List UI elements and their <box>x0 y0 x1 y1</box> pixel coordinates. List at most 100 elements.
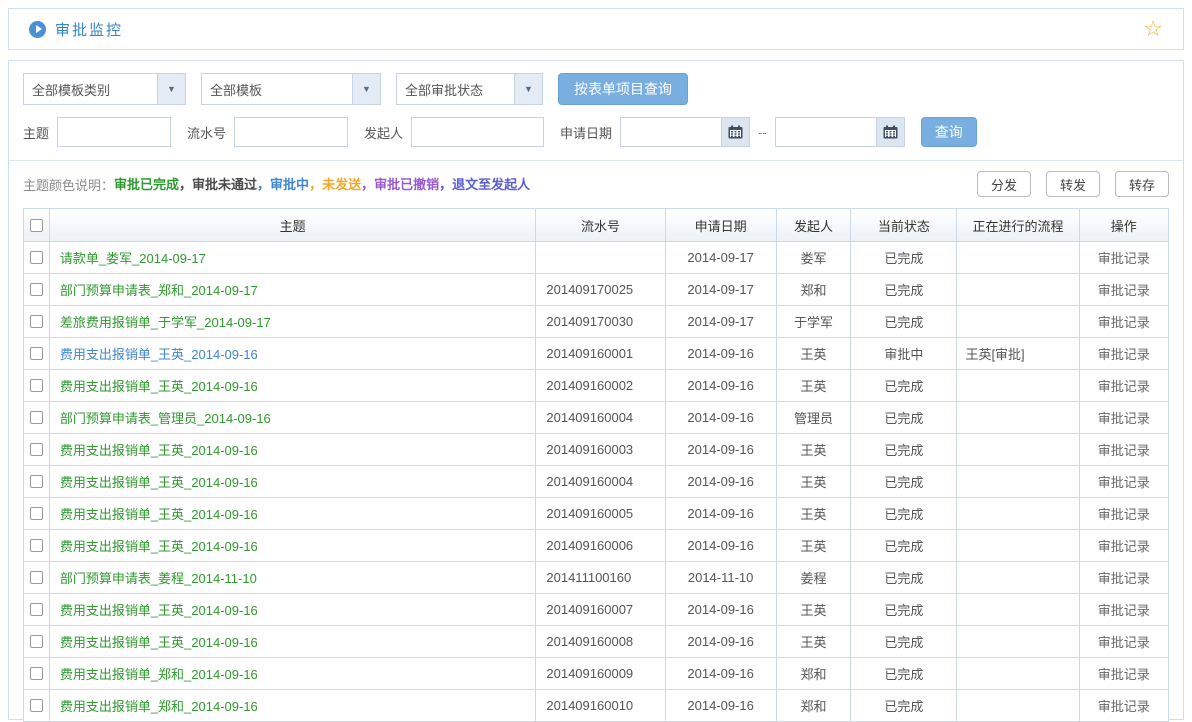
subject-link[interactable]: 差旅费用报销单_于学军_2014-09-17 <box>50 306 537 337</box>
approval-record-link[interactable]: 审批记录 <box>1098 408 1150 427</box>
row-checkbox[interactable] <box>30 635 43 648</box>
approval-record-link[interactable]: 审批记录 <box>1098 344 1150 363</box>
row-checkbox[interactable] <box>30 475 43 488</box>
chevron-down-icon[interactable]: ▼ <box>157 74 185 104</box>
status-cell: 已完成 <box>851 690 957 721</box>
approval-record-link[interactable]: 审批记录 <box>1098 568 1150 587</box>
subject-link[interactable]: 部门预算申请表_姜程_2014-11-10 <box>50 562 537 593</box>
initiator-cell: 郑和 <box>777 690 851 721</box>
calendar-icon[interactable] <box>721 118 749 146</box>
calendar-icon[interactable] <box>876 118 904 146</box>
chevron-down-icon[interactable]: ▼ <box>352 74 380 104</box>
approval-record-link[interactable]: 审批记录 <box>1098 440 1150 459</box>
subject-link[interactable]: 费用支出报销单_王英_2014-09-16 <box>50 434 537 465</box>
row-checkbox-cell <box>24 434 50 465</box>
row-checkbox[interactable] <box>30 411 43 424</box>
subject-link[interactable]: 费用支出报销单_王英_2014-09-16 <box>50 370 537 401</box>
table-header-row: 主题 流水号 申请日期 发起人 当前状态 正在进行的流程 操作 <box>24 209 1168 242</box>
date-from-input[interactable] <box>621 118 721 146</box>
col-header-date: 申请日期 <box>666 209 777 241</box>
approval-record-link[interactable]: 审批记录 <box>1098 536 1150 555</box>
date-cell: 2014-09-17 <box>666 274 777 305</box>
serial-cell: 201409160008 <box>536 626 665 657</box>
approval-status-value: 全部审批状态 <box>397 74 514 104</box>
select-all-checkbox[interactable] <box>30 219 43 232</box>
row-checkbox[interactable] <box>30 251 43 264</box>
subject-link[interactable]: 部门预算申请表_管理员_2014-09-16 <box>50 402 537 433</box>
action-button-转发[interactable]: 转发 <box>1046 171 1100 197</box>
row-checkbox-cell <box>24 370 50 401</box>
row-checkbox[interactable] <box>30 571 43 584</box>
chevron-down-icon[interactable]: ▼ <box>514 74 542 104</box>
approval-record-link[interactable]: 审批记录 <box>1098 248 1150 267</box>
row-checkbox-cell <box>24 530 50 561</box>
row-checkbox-cell <box>24 658 50 689</box>
process-cell <box>957 658 1079 689</box>
row-checkbox[interactable] <box>30 283 43 296</box>
template-category-select[interactable]: 全部模板类别 ▼ <box>23 73 186 105</box>
approval-record-link[interactable]: 审批记录 <box>1098 504 1150 523</box>
legend-item: 审批已完成 <box>114 177 179 192</box>
subject-link[interactable]: 费用支出报销单_王英_2014-09-16 <box>50 530 537 561</box>
approval-record-link[interactable]: 审批记录 <box>1098 312 1150 331</box>
filter-row-templates: 全部模板类别 ▼ 全部模板 ▼ 全部审批状态 ▼ 按表单项目查询 <box>23 73 1169 105</box>
initiator-input[interactable] <box>411 117 544 147</box>
date-to-input[interactable] <box>776 118 876 146</box>
process-cell: 王英[审批] <box>957 338 1079 369</box>
row-checkbox[interactable] <box>30 699 43 712</box>
serial-cell: 201409160001 <box>536 338 665 369</box>
row-checkbox[interactable] <box>30 539 43 552</box>
action-cell: 审批记录 <box>1080 594 1168 625</box>
template-value: 全部模板 <box>202 74 352 104</box>
approval-record-link[interactable]: 审批记录 <box>1098 696 1150 715</box>
action-button-分发[interactable]: 分发 <box>977 171 1031 197</box>
serial-cell: 201409160002 <box>536 370 665 401</box>
subject-link[interactable]: 费用支出报销单_郑和_2014-09-16 <box>50 658 537 689</box>
approval-record-link[interactable]: 审批记录 <box>1098 632 1150 651</box>
date-cell: 2014-11-10 <box>666 562 777 593</box>
row-checkbox-cell <box>24 306 50 337</box>
serial-input[interactable] <box>234 117 348 147</box>
legend-item: ，未发送 <box>309 177 361 192</box>
row-checkbox[interactable] <box>30 667 43 680</box>
col-header-action: 操作 <box>1080 209 1168 241</box>
subject-link[interactable]: 费用支出报销单_王英_2014-09-16 <box>50 594 537 625</box>
row-checkbox[interactable] <box>30 315 43 328</box>
subject-link[interactable]: 费用支出报销单_王英_2014-09-16 <box>50 466 537 497</box>
subject-link[interactable]: 请款单_娄军_2014-09-17 <box>50 242 537 273</box>
action-cell: 审批记录 <box>1080 658 1168 689</box>
table-row: 费用支出报销单_王英_2014-09-162014091600082014-09… <box>24 626 1168 658</box>
row-checkbox[interactable] <box>30 379 43 392</box>
subject-input[interactable] <box>57 117 171 147</box>
favorite-star-icon[interactable]: ☆ <box>1143 18 1163 40</box>
form-item-query-button[interactable]: 按表单项目查询 <box>558 73 688 105</box>
subject-link[interactable]: 费用支出报销单_郑和_2014-09-16 <box>50 690 537 721</box>
row-checkbox[interactable] <box>30 507 43 520</box>
approval-record-link[interactable]: 审批记录 <box>1098 376 1150 395</box>
table-row: 费用支出报销单_王英_2014-09-162014091600052014-09… <box>24 498 1168 530</box>
search-button[interactable]: 查询 <box>921 117 977 147</box>
template-select[interactable]: 全部模板 ▼ <box>201 73 381 105</box>
subject-link[interactable]: 费用支出报销单_王英_2014-09-16 <box>50 338 537 369</box>
initiator-cell: 王英 <box>777 594 851 625</box>
approval-record-link[interactable]: 审批记录 <box>1098 664 1150 683</box>
date-cell: 2014-09-16 <box>666 370 777 401</box>
subject-link[interactable]: 费用支出报销单_王英_2014-09-16 <box>50 626 537 657</box>
row-checkbox[interactable] <box>30 347 43 360</box>
filter-row-fields: 主题 流水号 发起人 申请日期 -- 查询 <box>23 117 1169 147</box>
action-cell: 审批记录 <box>1080 242 1168 273</box>
approval-record-link[interactable]: 审批记录 <box>1098 472 1150 491</box>
template-category-value: 全部模板类别 <box>24 74 157 104</box>
status-cell: 已完成 <box>851 242 957 273</box>
approval-status-select[interactable]: 全部审批状态 ▼ <box>396 73 543 105</box>
status-cell: 已完成 <box>851 370 957 401</box>
approval-record-link[interactable]: 审批记录 <box>1098 280 1150 299</box>
action-button-转存[interactable]: 转存 <box>1115 171 1169 197</box>
subject-link[interactable]: 费用支出报销单_王英_2014-09-16 <box>50 498 537 529</box>
approval-record-link[interactable]: 审批记录 <box>1098 600 1150 619</box>
row-checkbox[interactable] <box>30 443 43 456</box>
serial-cell: 201409170030 <box>536 306 665 337</box>
row-checkbox[interactable] <box>30 603 43 616</box>
row-checkbox-cell <box>24 338 50 369</box>
subject-link[interactable]: 部门预算申请表_郑和_2014-09-17 <box>50 274 537 305</box>
